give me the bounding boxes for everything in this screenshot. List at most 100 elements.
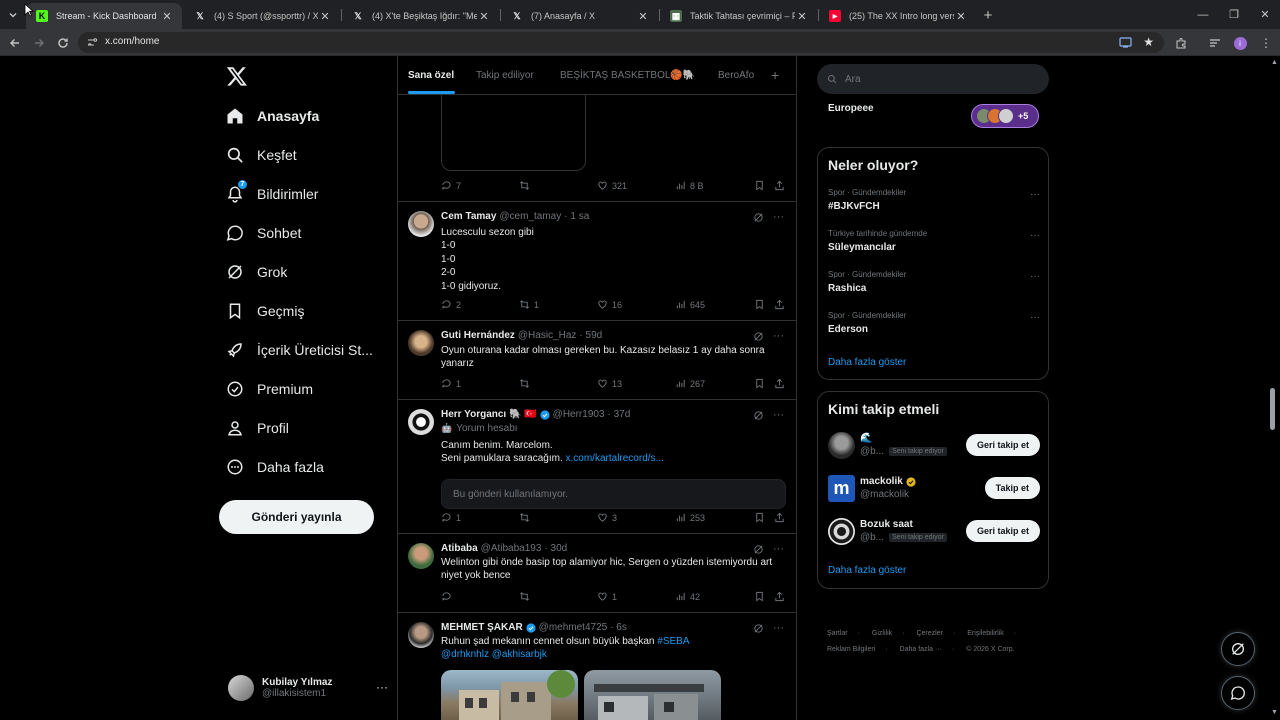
browser-tab-taktik[interactable]: ▦ Taktik Tahtası çevrimiçi – Futbol... ✕ <box>660 3 817 29</box>
grok-icon[interactable] <box>753 212 764 223</box>
account-switcher[interactable]: Kubilay Yılmaz @illakisistem1 ··· <box>228 668 392 708</box>
more-options-icon[interactable]: ··· <box>773 409 784 421</box>
bookmark-star-icon[interactable]: ★ <box>1143 35 1154 49</box>
avatar[interactable] <box>408 330 434 356</box>
repost-button[interactable]: 1 <box>519 299 539 310</box>
grok-icon[interactable] <box>753 544 764 555</box>
cast-icon[interactable] <box>1119 36 1132 49</box>
tweet-time[interactable]: · 30d <box>544 543 567 554</box>
tab-close-icon[interactable]: ✕ <box>954 10 968 23</box>
grok-icon[interactable] <box>753 623 764 634</box>
avatar[interactable] <box>408 622 434 648</box>
mackolik-logo-icon[interactable]: m <box>828 475 855 502</box>
back-icon[interactable] <box>6 34 24 52</box>
grok-icon[interactable] <box>753 410 764 421</box>
more-options-icon[interactable]: ··· <box>773 622 784 634</box>
scroll-down-icon[interactable]: ▼ <box>1271 709 1278 716</box>
avatar[interactable] <box>408 211 434 237</box>
follow-back-button[interactable]: Geri takip et <box>965 434 1040 456</box>
space-listeners[interactable]: +5 <box>971 104 1039 128</box>
profile-avatar-icon[interactable]: i <box>1231 34 1249 52</box>
browser-tab-anasayfa[interactable]: 𝕏 (7) Anasayfa / X ✕ <box>501 3 658 29</box>
nav-bookmarks[interactable]: Geçmiş <box>226 296 304 326</box>
like-button[interactable]: 3 <box>597 512 617 523</box>
bookmark-button[interactable] <box>754 180 769 191</box>
avatar[interactable] <box>828 432 855 459</box>
footer-link-ads-info[interactable]: Reklam Bilgileri <box>827 646 875 653</box>
nav-premium[interactable]: Premium <box>226 374 313 404</box>
follow-suggestion[interactable]: 🌊 @b... Seni takip ediyor Geri takip et <box>828 430 1040 464</box>
extensions-icon[interactable] <box>1172 34 1190 52</box>
footer-link-privacy[interactable]: Gizlilik <box>872 630 892 637</box>
bookmark-button[interactable] <box>754 512 769 523</box>
minimize-icon[interactable]: — <box>1187 0 1219 29</box>
like-button[interactable]: 13 <box>597 378 622 389</box>
messages-fab[interactable] <box>1221 676 1255 710</box>
like-button[interactable]: 16 <box>597 299 622 310</box>
post-button[interactable]: Gönderi yayınla <box>219 500 374 534</box>
tweet-partial[interactable]: 7 321 8 B <box>398 95 796 202</box>
nav-profile[interactable]: Profil <box>226 413 289 443</box>
reply-button[interactable]: 1 <box>441 512 461 523</box>
nav-notifications[interactable]: 7 Bildirimler <box>226 179 318 209</box>
browser-menu-icon[interactable]: ⋮ <box>1257 34 1275 52</box>
more-options-icon[interactable]: ··· <box>773 543 784 555</box>
tweet-guti-hernandez[interactable]: Guti Hernández @Hasic_Haz · 59d ··· Oyun… <box>398 321 796 400</box>
nav-chat[interactable]: Sohbet <box>226 218 301 248</box>
address-bar[interactable]: x.com/home ★ <box>78 32 1164 53</box>
like-button[interactable]: 1 <box>597 591 617 602</box>
follow-suggestion[interactable]: m mackolik @mackolik Takip et <box>828 473 1040 507</box>
reply-button[interactable]: 1 <box>441 378 461 389</box>
author-name[interactable]: Herr Yorgancı 🐘 🇹🇷 <box>441 409 537 420</box>
like-button[interactable]: 321 <box>597 180 627 191</box>
reload-icon[interactable] <box>54 34 72 52</box>
browser-tab-ssport[interactable]: 𝕏 (4) S Sport (@ssporttr) / X ✕ <box>184 3 340 29</box>
nav-explore[interactable]: Keşfet <box>226 140 297 170</box>
browser-tab-besiktas-igdir[interactable]: 𝕏 (4) X'te Beşiktaş Iğdır: "Mete A... ✕ <box>342 3 499 29</box>
more-options-icon[interactable]: ··· <box>1030 271 1040 282</box>
more-options-icon[interactable]: ··· <box>773 211 784 223</box>
follow-suggestion[interactable]: Bozuk saat @b... Seni takip ediyor Geri … <box>828 516 1040 550</box>
follow-button[interactable]: Takip et <box>984 477 1040 499</box>
show-more-link[interactable]: Daha fazla göster <box>828 565 906 576</box>
more-options-icon[interactable]: ··· <box>773 330 784 342</box>
tab-close-icon[interactable]: ✕ <box>318 10 332 23</box>
tab-besiktas-basketbol[interactable]: BEŞİKTAŞ BASKETBOL🏀🐘 <box>560 70 695 81</box>
page-scrollbar[interactable] <box>1270 388 1275 430</box>
tweet-herr-yorganci[interactable]: Herr Yorgancı 🐘 🇹🇷 @Herr1903 · 37d ··· 🤖… <box>398 400 796 534</box>
share-button[interactable] <box>774 299 789 310</box>
tweet-media[interactable] <box>441 95 586 171</box>
bookmark-button[interactable] <box>754 299 769 310</box>
tab-close-icon[interactable]: ✕ <box>160 10 174 23</box>
x-logo-icon[interactable] <box>226 65 248 87</box>
repost-button[interactable] <box>519 378 534 389</box>
tab-for-you[interactable]: Sana özel <box>408 70 454 81</box>
avatar[interactable] <box>828 518 855 545</box>
unavailable-quote[interactable]: Bu gönderi kullanılamıyor. <box>441 479 786 509</box>
footer-link-cookies[interactable]: Çerezler <box>916 630 942 637</box>
tab-beroafo[interactable]: BeroAfo <box>718 70 754 81</box>
views-button[interactable]: 645 <box>675 299 705 310</box>
author-handle[interactable]: @Herr1903 <box>553 409 605 420</box>
add-tab-icon[interactable]: + <box>771 67 779 83</box>
author-handle[interactable]: @mehmet4725 <box>539 622 608 633</box>
show-more-link[interactable]: Daha fazla göster <box>828 357 906 368</box>
nav-home[interactable]: Anasayfa <box>226 101 319 131</box>
trend-item[interactable]: Spor · Gündemdekiler Ederson ··· <box>828 311 1040 341</box>
tweet-time[interactable]: · 37d <box>608 409 631 420</box>
repost-button[interactable] <box>519 512 534 523</box>
maximize-icon[interactable]: ❐ <box>1218 0 1250 29</box>
tab-following[interactable]: Takip ediliyor <box>476 70 534 81</box>
avatar[interactable] <box>408 543 434 569</box>
tab-close-icon[interactable]: ✕ <box>795 10 809 23</box>
tweet-time[interactable]: · 59d <box>579 330 602 341</box>
tweet-link[interactable]: x.com/kartalrecord/s... <box>566 453 664 464</box>
suggestion-name[interactable]: 🌊 <box>860 433 872 444</box>
footer-link-terms[interactable]: Şartlar <box>827 630 848 637</box>
reading-list-icon[interactable] <box>1206 34 1224 52</box>
browser-tab-kick[interactable]: K Stream - Kick Dashboard ✕ <box>26 3 182 29</box>
forward-icon[interactable] <box>30 34 48 52</box>
mention-links[interactable]: @drhknhlz @akhisarbjk <box>441 649 547 660</box>
trend-item[interactable]: Spor · Gündemdekiler Rashica ··· <box>828 270 1040 300</box>
views-button[interactable]: 8 B <box>675 180 704 191</box>
